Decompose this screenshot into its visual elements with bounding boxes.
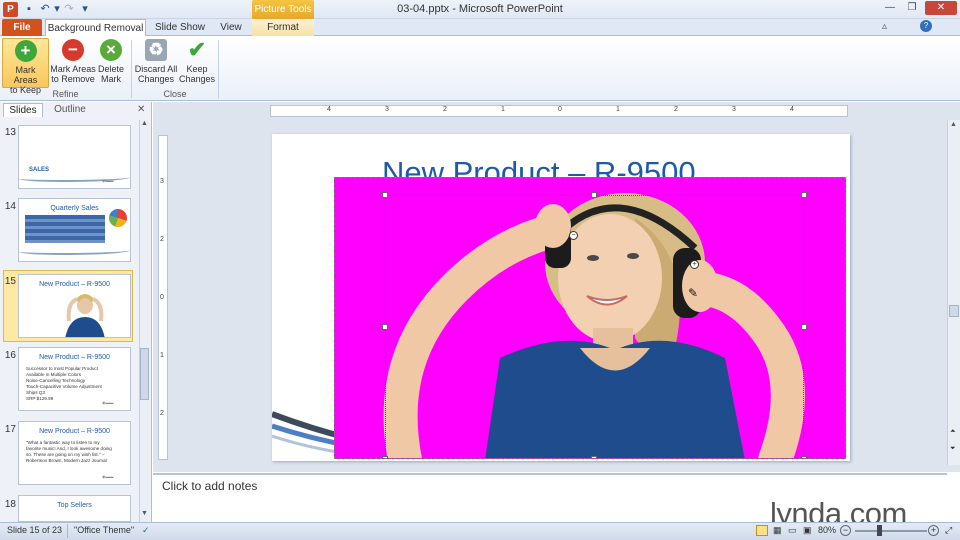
resize-handle[interactable]	[382, 192, 388, 198]
ribbon-group-separator	[218, 40, 219, 98]
thumb-logo: ◉▬▬	[102, 178, 114, 183]
resize-handle[interactable]	[382, 324, 388, 330]
thumb-title: Top Sellers	[57, 502, 92, 509]
delete-mark-icon: ×	[100, 39, 122, 61]
resize-handle[interactable]	[382, 456, 388, 458]
close-pane-icon[interactable]: ✕	[137, 104, 145, 115]
slide-thumbnail-14[interactable]: Quarterly Sales	[18, 198, 131, 262]
resize-handle[interactable]	[591, 192, 597, 198]
slide-number: 14	[4, 201, 16, 212]
scroll-down-icon[interactable]: ▼	[141, 510, 148, 517]
collapse-ribbon-icon[interactable]: ▵	[882, 21, 887, 32]
reading-view-icon[interactable]: ▭	[788, 525, 797, 536]
thumb-balloons	[109, 209, 127, 227]
delete-mark-button[interactable]: × Delete Mark	[96, 38, 126, 88]
slide-thumbnail-18[interactable]: Top Sellers	[18, 495, 131, 522]
slides-pane-scrollbar[interactable]: ▲ ▼	[139, 120, 149, 522]
zoom-level[interactable]: 80%	[818, 525, 836, 535]
slide-thumbnail-17[interactable]: New Product – R-9500 "What a fantastic w…	[18, 421, 131, 485]
remove-mark-icon[interactable]: −	[569, 231, 578, 240]
slide-thumbnail-15[interactable]: New Product – R-9500	[18, 274, 131, 338]
spell-check-icon[interactable]: ✓	[142, 525, 150, 536]
thumb-logo: ◉▬▬	[102, 474, 114, 479]
tab-view[interactable]: View	[214, 19, 248, 36]
thumb-title: New Product – R-9500	[39, 354, 110, 361]
thumb-bullets: Successor to most Popular Product Availa…	[26, 366, 102, 401]
thumb-logo: ◉▬▬	[102, 400, 114, 405]
minimize-icon[interactable]: —	[879, 1, 901, 15]
zoom-in-icon[interactable]: +	[928, 525, 939, 536]
slide-number: 18	[4, 499, 16, 510]
keep-mark-icon[interactable]: +	[690, 260, 699, 269]
thumb-table	[25, 215, 105, 243]
zoom-out-icon[interactable]: −	[840, 525, 851, 536]
thumb-quote: "What a fantastic way to listen to my fa…	[26, 440, 112, 463]
resize-handle[interactable]	[801, 324, 807, 330]
next-slide-icon[interactable]: ⏷	[950, 445, 956, 453]
thumb-title: SALES	[29, 167, 50, 173]
tab-file[interactable]: File	[2, 19, 42, 36]
close-icon[interactable]: ✕	[925, 1, 957, 15]
removal-selection-box[interactable]	[382, 192, 807, 458]
notes-placeholder[interactable]: Click to add notes	[162, 479, 257, 493]
status-separator	[67, 524, 68, 538]
zoom-slider-track[interactable]	[855, 530, 927, 532]
slide-number: 17	[4, 424, 16, 435]
recycle-bin-icon: ♻	[145, 39, 167, 61]
thumb-title: New Product – R-9500	[39, 428, 110, 435]
picture-background-removal[interactable]: − + ✎	[334, 177, 846, 459]
slide-number: 13	[4, 127, 16, 138]
tab-slides[interactable]: Slides	[3, 103, 43, 117]
resize-handle[interactable]	[801, 456, 807, 458]
scroll-up-icon[interactable]: ▲	[950, 121, 957, 128]
vertical-ruler: 3 2 0 1 2	[158, 135, 168, 460]
help-icon[interactable]: ?	[920, 20, 932, 32]
discard-all-changes-button[interactable]: ♻ Discard All Changes	[134, 38, 178, 88]
ribbon-group-separator	[131, 40, 132, 98]
slide-counter: Slide 15 of 23	[7, 525, 63, 535]
slide-thumbnail-16[interactable]: New Product – R-9500 Successor to most P…	[18, 347, 131, 411]
normal-view-icon[interactable]	[756, 525, 768, 536]
zoom-slider-thumb[interactable]	[877, 525, 882, 536]
slide-scrollbar[interactable]: ▲ ⏶ ⏷	[947, 120, 960, 465]
tab-slide-show[interactable]: Slide Show	[152, 19, 208, 36]
theme-name[interactable]: "Office Theme"	[74, 525, 134, 535]
restore-icon[interactable]: ❐	[901, 1, 923, 15]
horizontal-ruler: 4 3 2 1 0 1 2 3 4	[270, 105, 848, 117]
plus-pencil-icon: +	[14, 40, 37, 62]
window-title: 03-04.pptx - Microsoft PowerPoint	[397, 3, 563, 15]
fit-to-window-icon[interactable]: ⤢	[945, 525, 952, 536]
mark-areas-to-keep-button[interactable]: + Mark Areas to Keep	[2, 38, 49, 95]
tab-background-removal[interactable]: Background Removal	[45, 19, 146, 37]
thumb-woman-image	[65, 294, 105, 337]
slide-show-icon[interactable]: ▣	[803, 525, 812, 536]
previous-slide-icon[interactable]: ⏶	[950, 428, 956, 436]
group-label-close: Close	[163, 89, 187, 99]
tab-outline[interactable]: Outline	[46, 103, 94, 117]
slide-number: 15	[4, 276, 16, 287]
thumb-swoosh	[19, 247, 130, 255]
slide-number: 16	[4, 350, 16, 361]
checkmark-icon: ✔	[187, 37, 207, 62]
group-label-refine: Refine	[52, 89, 79, 99]
slide-thumbnail-13[interactable]: SALES ◉▬▬	[18, 125, 131, 189]
resize-handle[interactable]	[591, 456, 597, 458]
minus-pencil-icon: −	[62, 39, 84, 61]
scrollbar-thumb[interactable]	[140, 348, 149, 400]
slide-sorter-icon[interactable]: ▦	[773, 525, 782, 536]
resize-handle[interactable]	[801, 192, 807, 198]
picture-tools-context-label: Picture Tools	[252, 0, 314, 19]
mark-areas-to-remove-button[interactable]: − Mark Areas to Remove	[50, 38, 96, 88]
keep-changes-button[interactable]: ✔ Keep Changes	[178, 38, 216, 88]
scrollbar-thumb[interactable]	[949, 305, 959, 317]
pencil-cursor-icon: ✎	[688, 286, 699, 300]
scroll-up-icon[interactable]: ▲	[141, 120, 148, 127]
tab-format[interactable]: Format	[252, 19, 314, 36]
